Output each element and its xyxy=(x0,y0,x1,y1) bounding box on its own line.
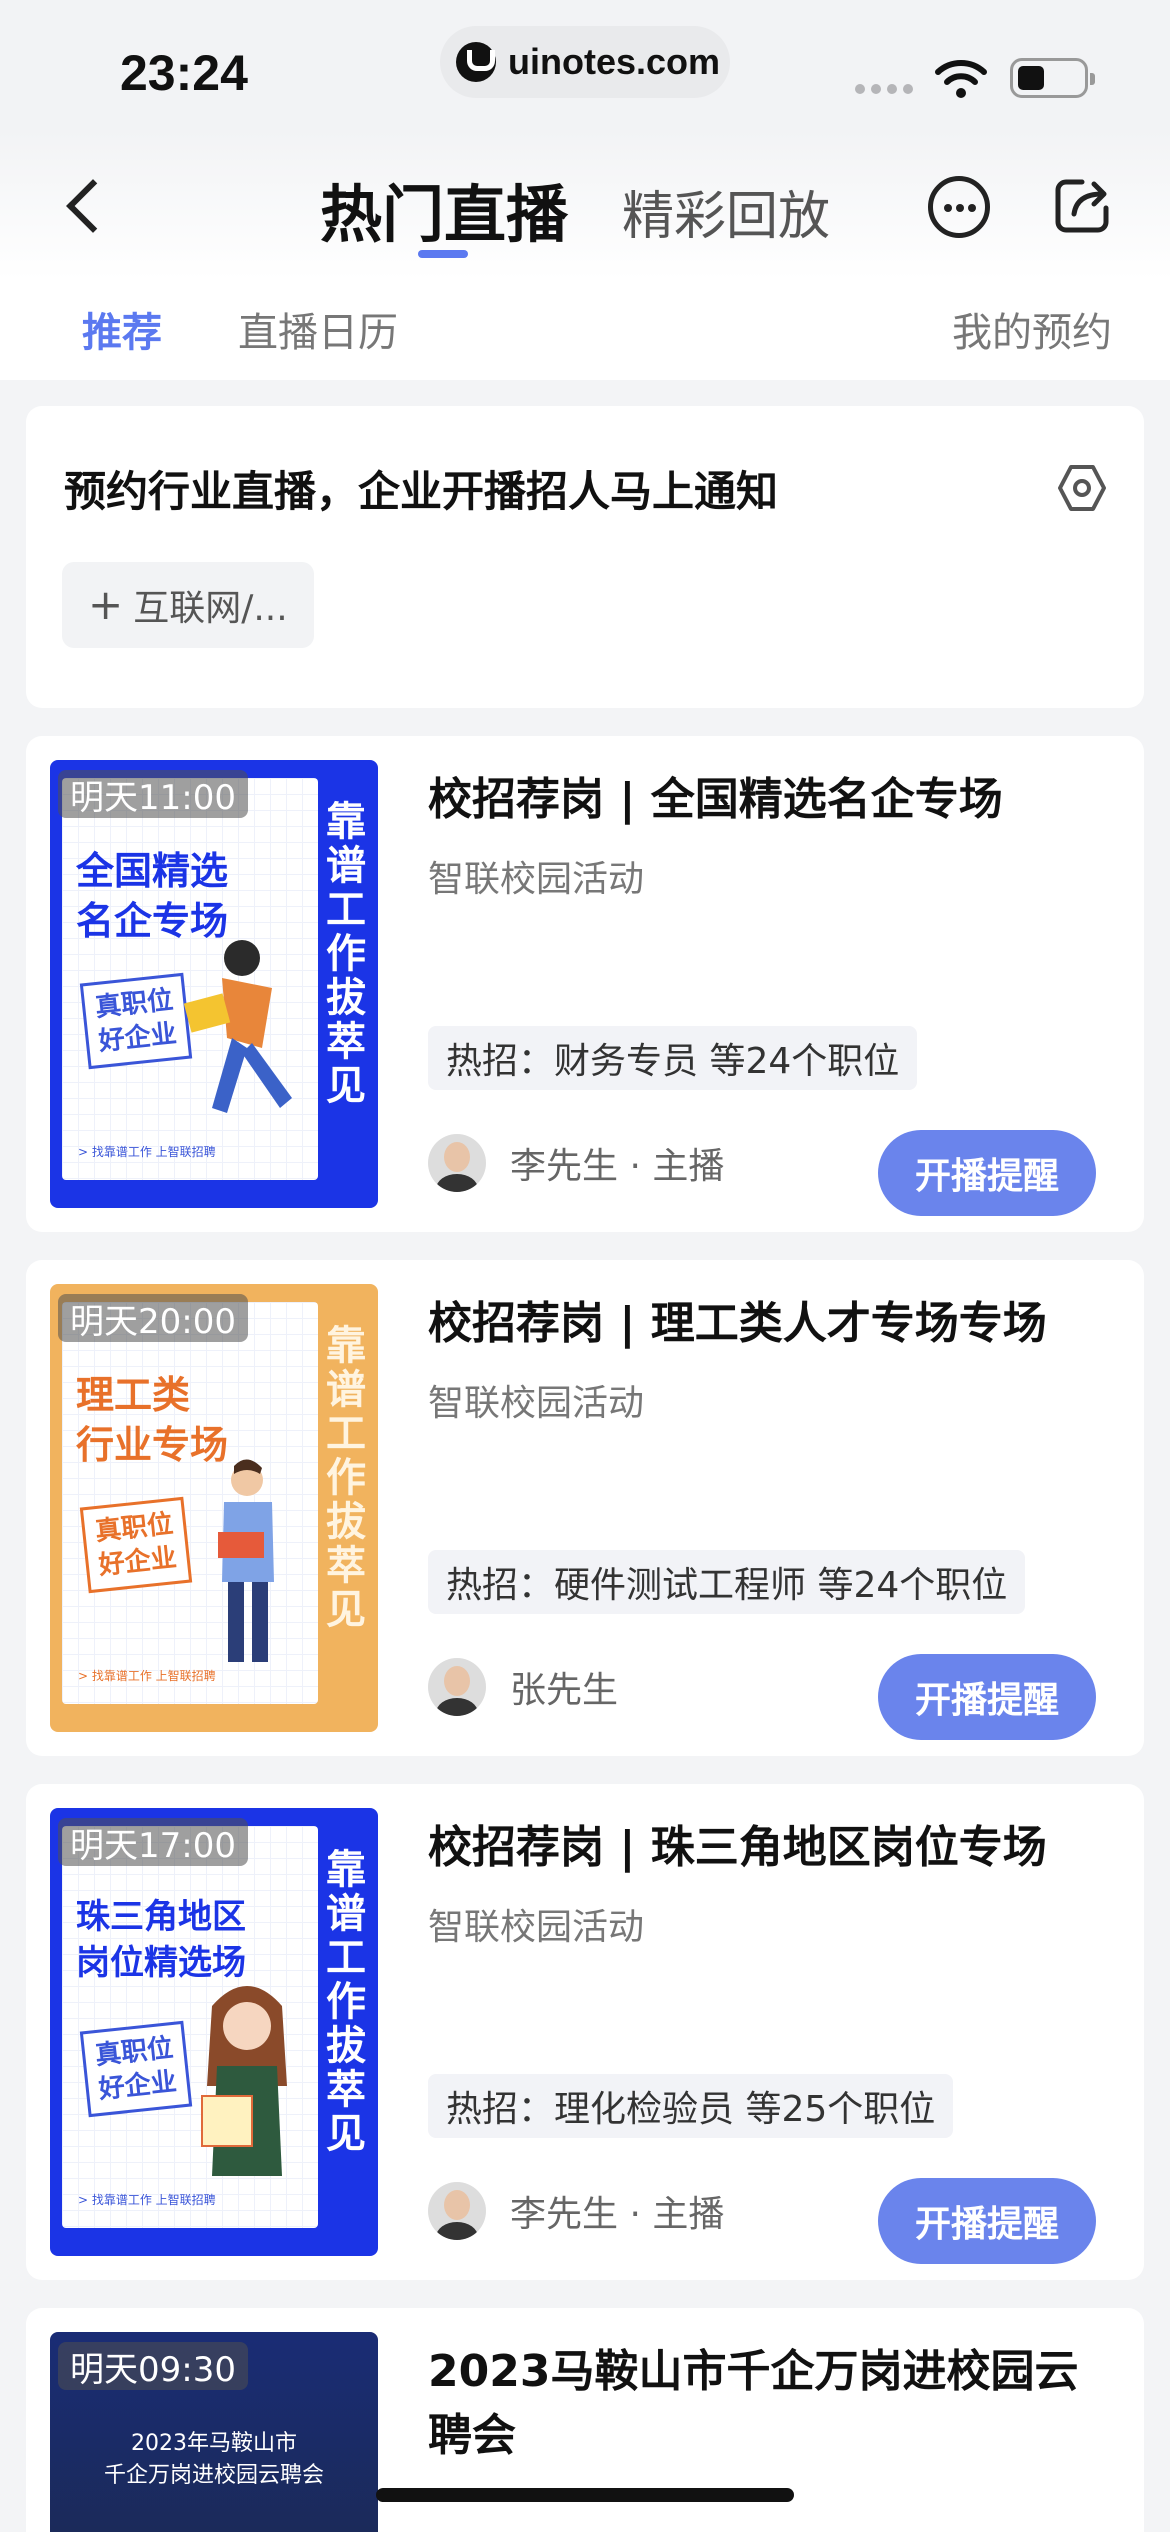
live-title: 校招荐岗 | 全国精选名企专场 xyxy=(428,774,1003,825)
plus-icon: + xyxy=(88,580,124,629)
poster-illustration xyxy=(183,940,292,1113)
live-poster[interactable]: 2023年马鞍山市 千企万岗进校园云聘会 明天09:30 xyxy=(50,2332,378,2532)
poster-vertical-slogan: 靠谱工作拔萃见 xyxy=(326,799,366,1109)
subscribe-card: 预约行业直播，企业开播招人马上通知 + 互联网/... xyxy=(26,406,1144,708)
live-title: 2023马鞍山市千企万岗进校园云聘会 xyxy=(428,2346,1079,2461)
sub-tabs: 推荐 直播日历 我的预约 xyxy=(0,280,1170,380)
nav-header: 热门直播 精彩回放 xyxy=(0,130,1170,280)
host-info: 张先生 xyxy=(428,1658,618,1716)
poster-inner: 珠三角地区 岗位精选场 真职位 好企业 > 找靠谱工作 上智联招聘 xyxy=(62,1826,318,2228)
live-card[interactable]: 全国精选 名企专场 真职位 好企业 > 找靠谱工作 上智联招聘 靠谱工作拔萃见 … xyxy=(26,736,1144,1232)
poster-title: 2023年马鞍山市 千企万岗进校园云聘会 xyxy=(103,2431,324,2488)
settings-icon[interactable] xyxy=(1056,462,1108,514)
avatar xyxy=(428,2182,486,2240)
live-card[interactable]: 珠三角地区 岗位精选场 真职位 好企业 > 找靠谱工作 上智联招聘 靠谱工作拔萃… xyxy=(26,1784,1144,2280)
tab-hot-live[interactable]: 热门直播 xyxy=(320,164,568,254)
poster-illustration xyxy=(218,1459,274,1662)
uinotes-logo-icon xyxy=(456,42,496,82)
poster-footer: > 找靠谱工作 上智联招聘 xyxy=(78,2193,216,2207)
tab-replay[interactable]: 精彩回放 xyxy=(622,174,830,249)
live-source: 智联校园活动 xyxy=(428,1383,645,1424)
status-time: 23:24 xyxy=(120,45,248,101)
poster-illustration xyxy=(201,1986,287,2176)
host-name: 李先生 · 主播 xyxy=(510,1146,725,1187)
host-name: 李先生 · 主播 xyxy=(510,2194,725,2235)
my-booking-link[interactable]: 我的预约 xyxy=(952,300,1112,358)
avatar xyxy=(428,1134,486,1192)
poster-vertical-slogan: 靠谱工作拔萃见 xyxy=(326,1847,366,2157)
live-source: 智联校园活动 xyxy=(428,859,645,900)
tab-active-indicator xyxy=(418,250,468,258)
live-time-tag: 明天20:00 xyxy=(58,1294,248,1342)
remind-button[interactable]: 开播提醒 xyxy=(878,1654,1096,1740)
poster-footer: > 找靠谱工作 上智联招聘 xyxy=(78,1669,216,1683)
remind-button[interactable]: 开播提醒 xyxy=(878,1130,1096,1216)
live-time-tag: 明天09:30 xyxy=(58,2342,248,2390)
hot-jobs-tag: 热招：理化检验员 等25个职位 xyxy=(428,2074,954,2138)
remind-button[interactable]: 开播提醒 xyxy=(878,2178,1096,2264)
live-title: 校招荐岗 | 珠三角地区岗位专场 xyxy=(428,1822,1047,1873)
host-info: 李先生 · 主播 xyxy=(428,2182,724,2240)
host-name: 张先生 xyxy=(510,1670,619,1711)
live-poster[interactable]: 珠三角地区 岗位精选场 真职位 好企业 > 找靠谱工作 上智联招聘 靠谱工作拔萃… xyxy=(50,1808,378,2256)
poster-inner: 全国精选 名企专场 真职位 好企业 > 找靠谱工作 上智联招聘 xyxy=(62,778,318,1180)
poster-title: 珠三角地区 岗位精选场 xyxy=(76,1897,246,1983)
poster-badge: 真职位 好企业 xyxy=(79,2020,193,2118)
live-time-tag: 明天17:00 xyxy=(58,1818,248,1866)
hot-jobs-tag: 热招：硬件测试工程师 等24个职位 xyxy=(428,1550,1026,1614)
signal-icon xyxy=(855,84,913,94)
live-poster[interactable]: 理工类 行业专场 真职位 好企业 > 找靠谱工作 上智联招聘 靠谱工作拔萃见 明… xyxy=(50,1284,378,1732)
subtab-calendar[interactable]: 直播日历 xyxy=(238,300,398,358)
poster-vertical-slogan: 靠谱工作拔萃见 xyxy=(326,1323,366,1633)
battery-icon xyxy=(1010,58,1095,98)
live-card[interactable]: 理工类 行业专场 真职位 好企业 > 找靠谱工作 上智联招聘 靠谱工作拔萃见 明… xyxy=(26,1260,1144,1756)
live-source: 智联校园活动 xyxy=(428,1907,645,1948)
subtab-recommend[interactable]: 推荐 xyxy=(82,300,162,358)
subscribe-title: 预约行业直播，企业开播招人马上通知 xyxy=(64,467,779,516)
industry-chip-label: 互联网/... xyxy=(133,588,288,629)
url-text: uinotes.com xyxy=(508,41,721,82)
industry-chip[interactable]: + 互联网/... xyxy=(62,562,314,648)
host-info: 李先生 · 主播 xyxy=(428,1134,724,1192)
live-poster[interactable]: 全国精选 名企专场 真职位 好企业 > 找靠谱工作 上智联招聘 靠谱工作拔萃见 … xyxy=(50,760,378,1208)
poster-badge: 真职位 好企业 xyxy=(79,972,193,1070)
url-pill[interactable]: uinotes.com xyxy=(440,26,730,98)
poster-inner: 理工类 行业专场 真职位 好企业 > 找靠谱工作 上智联招聘 xyxy=(62,1302,318,1704)
back-icon[interactable] xyxy=(60,175,120,235)
live-title: 校招荐岗 | 理工类人才专场专场 xyxy=(428,1298,1047,1349)
hot-jobs-tag: 热招：财务专员 等24个职位 xyxy=(428,1026,918,1090)
poster-badge: 真职位 好企业 xyxy=(79,1496,193,1594)
share-icon[interactable] xyxy=(1052,176,1112,236)
avatar xyxy=(428,1658,486,1716)
more-icon[interactable] xyxy=(928,176,990,238)
status-bar: 23:24 uinotes.com xyxy=(0,0,1170,130)
poster-footer: > 找靠谱工作 上智联招聘 xyxy=(78,1145,216,1159)
live-time-tag: 明天11:00 xyxy=(58,770,248,818)
wifi-icon xyxy=(935,60,987,98)
home-indicator xyxy=(376,2488,794,2502)
